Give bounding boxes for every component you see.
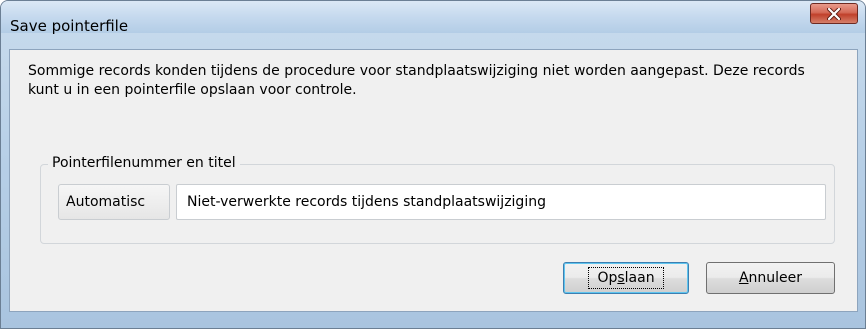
- cancel-button-label: Annuleer: [738, 270, 803, 286]
- cancel-button[interactable]: Annuleer: [706, 262, 835, 294]
- close-icon: [827, 7, 841, 20]
- save-button[interactable]: Opslaan: [563, 262, 689, 294]
- pointerfile-title-input[interactable]: [176, 184, 826, 220]
- window-title: Save pointerfile: [10, 17, 129, 35]
- info-message: Sommige records konden tijdens de proced…: [28, 63, 805, 98]
- dialog-window: Save pointerfile Sommige records konden …: [0, 0, 866, 329]
- title-bar[interactable]: Save pointerfile: [1, 1, 865, 35]
- save-button-label: Opslaan: [588, 267, 664, 289]
- groupbox-legend: Pointerfilenummer en titel: [48, 154, 240, 172]
- automatic-number-button[interactable]: Automatisc: [58, 184, 170, 220]
- close-button[interactable]: [810, 3, 858, 24]
- dialog-content: Sommige records konden tijdens de proced…: [9, 49, 858, 312]
